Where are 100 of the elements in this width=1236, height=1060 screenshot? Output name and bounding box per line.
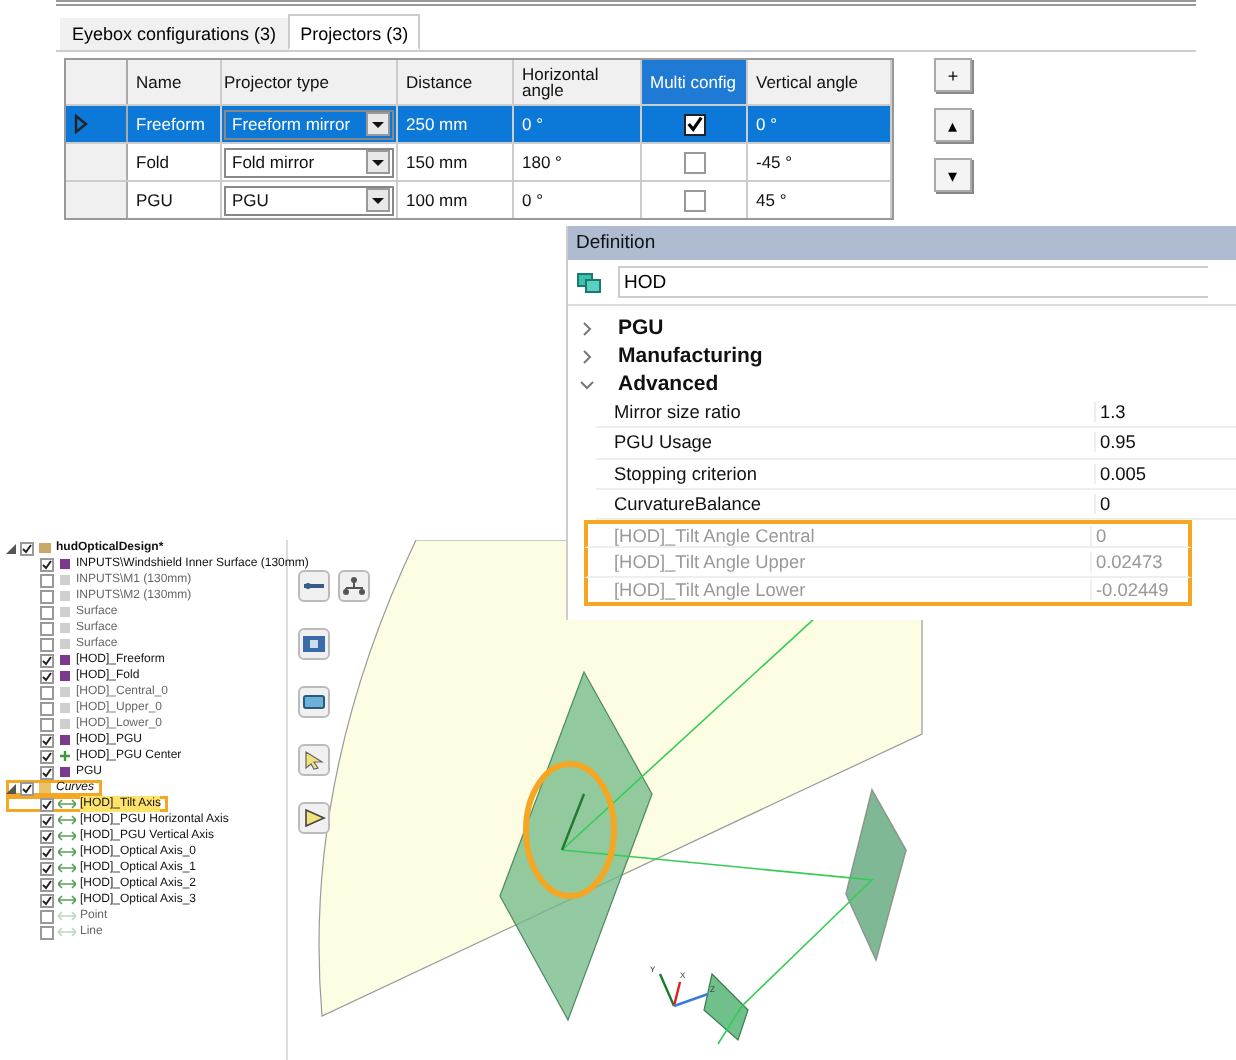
curve-icon <box>58 878 76 890</box>
curve-icon <box>58 862 76 874</box>
curve-icon <box>58 910 76 922</box>
monitor-icon <box>302 692 326 712</box>
column-header[interactable]: Projector type <box>222 60 398 104</box>
checkbox[interactable] <box>40 797 54 811</box>
column-header[interactable]: Vertical angle <box>748 60 892 104</box>
surface-icon <box>58 766 72 778</box>
checkbox[interactable] <box>40 893 54 907</box>
property-label: [HOD]_Tilt Angle Central <box>612 525 817 546</box>
curve-icon <box>58 798 76 810</box>
table-cell: Freeform <box>128 106 222 142</box>
property-label: [HOD]_Tilt Angle Lower <box>612 579 808 600</box>
toolbar-button[interactable] <box>298 802 330 834</box>
table-cell: Fold <box>128 144 222 180</box>
add-button[interactable]: + <box>934 58 972 92</box>
property-label: CurvatureBalance <box>612 494 764 515</box>
checkbox[interactable] <box>40 573 54 587</box>
checkbox[interactable] <box>40 637 54 651</box>
projector-type-dropdown[interactable]: PGU <box>224 185 394 215</box>
header-cell <box>66 60 128 104</box>
checkbox[interactable] <box>40 909 54 923</box>
object-icon <box>576 271 602 293</box>
toolbar-button[interactable] <box>338 570 370 602</box>
property-label: Mirror size ratio <box>612 402 743 423</box>
projector-type-dropdown[interactable]: Fold mirror <box>224 147 394 177</box>
checkbox[interactable] <box>40 733 54 747</box>
checkbox[interactable] <box>40 685 54 699</box>
checkbox[interactable] <box>40 877 54 891</box>
property-value[interactable]: 1.3 <box>1094 402 1236 423</box>
checkbox[interactable] <box>40 717 54 731</box>
checkbox[interactable] <box>40 861 54 875</box>
checkbox[interactable] <box>40 557 54 571</box>
property-value[interactable]: 0.005 <box>1094 463 1236 484</box>
checkbox[interactable] <box>40 845 54 859</box>
folder-icon <box>38 782 52 794</box>
move-up-button[interactable]: ▴ <box>934 108 972 142</box>
curve-icon <box>58 894 76 906</box>
table-cell: 150 mm <box>398 144 514 180</box>
checkbox[interactable] <box>40 701 54 715</box>
checkbox[interactable] <box>683 189 705 211</box>
play-icon <box>302 808 326 828</box>
tab[interactable]: Eyebox configurations (3) <box>60 18 289 50</box>
film-icon <box>302 634 326 654</box>
column-header[interactable]: Distance <box>398 60 514 104</box>
toolbar-button[interactable] <box>298 570 330 602</box>
curve-icon <box>58 926 76 938</box>
checkbox[interactable] <box>40 621 54 635</box>
table-cell: -45 ° <box>748 144 892 180</box>
curve-icon <box>58 846 76 858</box>
panel-title: Definition <box>568 226 1236 260</box>
document-icon <box>38 542 52 554</box>
column-header[interactable]: Horizontal angle <box>514 60 642 104</box>
point-icon <box>58 750 72 762</box>
checkbox[interactable] <box>40 813 54 827</box>
table-cell: 45 ° <box>748 182 892 218</box>
checkbox[interactable] <box>20 541 34 555</box>
cursor-icon <box>302 750 326 770</box>
table-cell: 0 ° <box>514 182 642 218</box>
table-cell: PGU <box>128 182 222 218</box>
property-group[interactable]: PGU <box>568 314 1236 342</box>
property-label: PGU Usage <box>612 432 715 453</box>
checkbox[interactable] <box>40 669 54 683</box>
checkbox[interactable] <box>683 113 705 135</box>
toolbar-button[interactable] <box>298 628 330 660</box>
checkbox[interactable] <box>40 653 54 667</box>
property-value[interactable]: 0.95 <box>1094 432 1236 453</box>
property-value[interactable]: 0 <box>1094 494 1236 515</box>
property-label: [HOD]_Tilt Angle Upper <box>612 552 808 573</box>
property-group[interactable]: Advanced <box>568 370 1236 398</box>
property-label: Stopping criterion <box>612 463 759 484</box>
column-header[interactable]: Multi config <box>642 60 748 104</box>
table-cell: 0 ° <box>748 106 892 142</box>
checkbox[interactable] <box>40 589 54 603</box>
table-cell: 180 ° <box>514 144 642 180</box>
toolbar-button[interactable] <box>298 686 330 718</box>
checkbox[interactable] <box>20 781 34 795</box>
surface-icon <box>58 734 72 746</box>
expander-icon <box>6 543 16 553</box>
checkbox[interactable] <box>40 605 54 619</box>
row-pointer-icon <box>74 114 88 134</box>
checkbox[interactable] <box>683 151 705 173</box>
checkbox[interactable] <box>40 765 54 779</box>
checkbox[interactable] <box>40 749 54 763</box>
toolbar-button[interactable] <box>298 744 330 776</box>
table-row[interactable]: Freeform Freeform mirror 250 mm 0 ° 0 ° <box>66 104 892 142</box>
table-row[interactable]: Fold Fold mirror 150 mm 180 ° -45 ° <box>66 142 892 180</box>
table-cell: 100 mm <box>398 182 514 218</box>
move-down-button[interactable]: ▾ <box>934 158 972 192</box>
checkbox[interactable] <box>40 925 54 939</box>
table-row[interactable]: PGU PGU 100 mm 0 ° 45 ° <box>66 180 892 218</box>
expander-icon <box>6 783 16 793</box>
name-field[interactable]: HOD <box>618 266 1208 298</box>
table-cell: 250 mm <box>398 106 514 142</box>
property-group[interactable]: Manufacturing <box>568 342 1236 370</box>
curve-icon <box>58 814 76 826</box>
tab[interactable]: Projectors (3) <box>288 14 421 50</box>
checkbox[interactable] <box>40 829 54 843</box>
column-header[interactable]: Name <box>128 60 222 104</box>
projector-type-dropdown[interactable]: Freeform mirror <box>224 109 394 139</box>
